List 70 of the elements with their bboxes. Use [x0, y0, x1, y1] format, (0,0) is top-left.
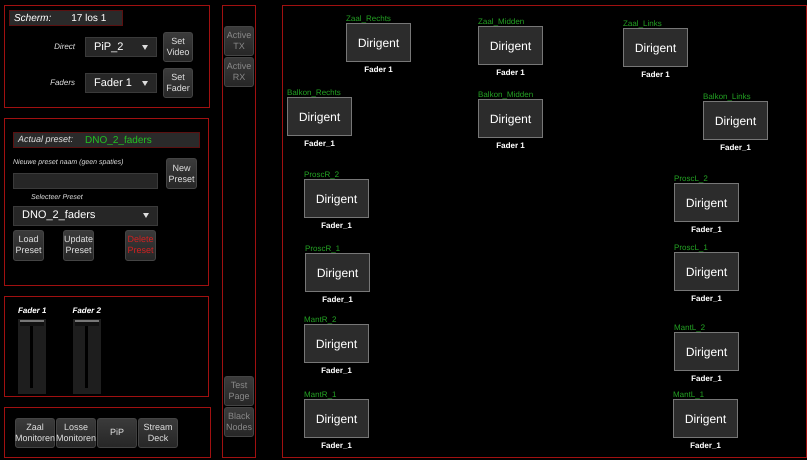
fader-track[interactable] — [18, 319, 46, 394]
preset-button[interactable]: Load Preset — [13, 230, 44, 260]
page-button[interactable]: PiP — [97, 418, 137, 448]
dropdown[interactable]: PiP_2 — [85, 37, 157, 57]
actual-preset-value: DNO_2_faders — [85, 134, 152, 148]
node-source-button[interactable]: Dirigent — [346, 23, 411, 62]
caret-icon — [143, 213, 149, 218]
node-source-button[interactable]: Dirigent — [674, 332, 739, 371]
node-name: Zaal_Midden — [478, 17, 526, 26]
node-fader: Fader_1 — [690, 293, 723, 305]
node-fader: Fader_1 — [320, 365, 353, 377]
node-source-button[interactable]: Dirigent — [305, 253, 370, 292]
node-name: ProscR_2 — [304, 170, 340, 179]
node-name: Balkon_Links — [703, 92, 752, 101]
node-fader: Fader_1 — [303, 138, 336, 150]
screen-label: Scherm: — [14, 12, 52, 26]
node-fader: Fader_1 — [320, 220, 353, 232]
caret-icon — [142, 44, 148, 50]
node-source-button[interactable]: Dirigent — [703, 101, 768, 140]
node-source-button[interactable]: Dirigent — [674, 252, 739, 291]
node-fader: Fader_1 — [719, 142, 752, 154]
node-name: Balkon_Rechts — [287, 88, 342, 97]
node-fader: Fader 1 — [640, 69, 671, 81]
node-fader: Fader_1 — [690, 373, 723, 385]
node-name: MantR_1 — [304, 390, 338, 399]
node-fader: Fader_1 — [320, 440, 353, 452]
set-button[interactable]: Set Video — [163, 32, 193, 62]
new-preset-button[interactable]: New Preset — [166, 158, 197, 189]
dropdown[interactable]: Fader 1 — [85, 73, 157, 93]
page-button[interactable]: Stream Deck — [138, 418, 178, 448]
node-fader: Fader_1 — [321, 294, 354, 306]
node-source-button[interactable]: Dirigent — [673, 399, 738, 438]
node-name: ProscR_1 — [305, 244, 342, 253]
actual-preset-label: Actual preset: — [18, 133, 74, 146]
field-label: Direct — [53, 41, 76, 53]
node-name: ProscL_2 — [674, 174, 709, 183]
node-source-button[interactable]: Dirigent — [304, 179, 369, 218]
node-fader: Fader 1 — [495, 67, 526, 79]
node-name: Zaal_Links — [623, 19, 663, 28]
node-fader: Fader 1 — [363, 64, 394, 76]
node-name: MantR_2 — [304, 315, 338, 324]
fader-thumb[interactable] — [20, 320, 44, 326]
preset-name-field[interactable] — [13, 172, 158, 188]
node-fader: Fader 1 — [495, 140, 526, 152]
node-name: ProscL_1 — [674, 243, 709, 252]
node-fader: Fader_1 — [689, 440, 722, 452]
fader-label: Fader 1 — [18, 305, 46, 317]
screen-value: 17 los 1 — [71, 12, 106, 26]
node-source-button[interactable]: Dirigent — [304, 399, 369, 438]
page-button[interactable]: Losse Monitoren — [56, 418, 96, 448]
node-source-button[interactable]: Dirigent — [478, 26, 543, 65]
dropdown[interactable]: DNO_2_faders — [13, 206, 158, 226]
caret-icon — [142, 80, 148, 86]
node-source-button[interactable]: Dirigent — [674, 183, 739, 222]
preset-button[interactable]: Update Preset — [63, 230, 94, 260]
set-button[interactable]: Set Fader — [163, 68, 193, 98]
node-source-button[interactable]: Dirigent — [478, 99, 543, 138]
field-label: Faders — [49, 77, 76, 89]
node-fader: Fader_1 — [690, 224, 723, 236]
node-name: Balkon_Midden — [478, 90, 534, 99]
node-name: MantL_1 — [673, 390, 706, 399]
node-source-button[interactable]: Dirigent — [287, 97, 352, 136]
node-name: Zaal_Rechts — [346, 14, 392, 23]
page-button[interactable]: Zaal Monitoren — [15, 418, 55, 448]
fader-label: Fader 2 — [72, 305, 101, 317]
fader-thumb[interactable] — [74, 320, 99, 326]
node-source-button[interactable]: Dirigent — [304, 324, 369, 363]
fader-track[interactable] — [72, 319, 101, 394]
node-name: MantL_2 — [674, 323, 706, 332]
node-source-button[interactable]: Dirigent — [623, 28, 688, 67]
